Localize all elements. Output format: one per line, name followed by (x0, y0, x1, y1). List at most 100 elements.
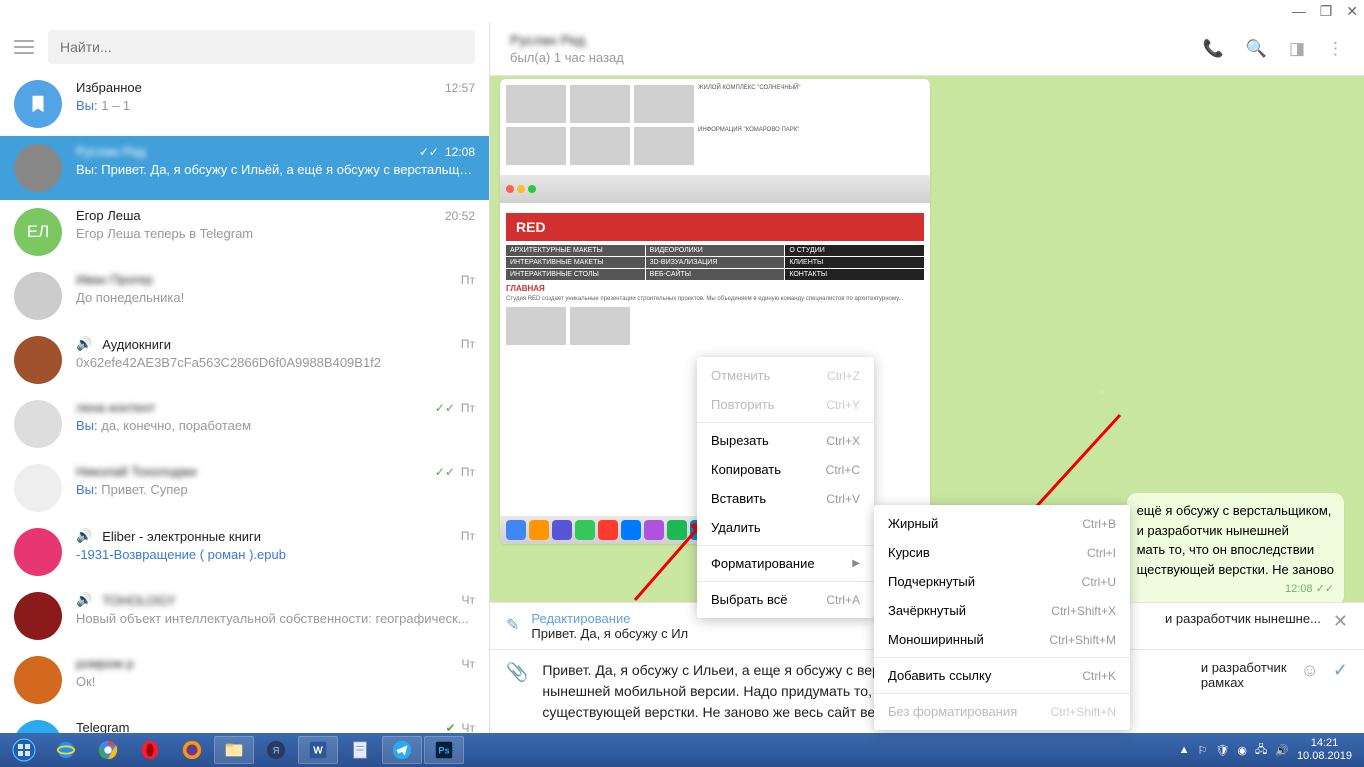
menu-item[interactable]: КурсивCtrl+I (874, 538, 1130, 567)
menu-item[interactable]: ЗачёркнутыйCtrl+Shift+X (874, 596, 1130, 625)
chat-name: Избранное (76, 80, 439, 95)
chat-name: Eliber - электронные книги (102, 529, 455, 544)
chat-item[interactable]: Руслан Ред✓✓12:08 Вы: Привет. Да, я обсу… (0, 136, 489, 200)
chat-name: Telegram (76, 720, 439, 733)
tray-arrow-icon[interactable]: ▲ (1179, 744, 1190, 756)
chat-preview: Ок! (76, 674, 475, 689)
taskbar-photoshop[interactable]: Ps (424, 736, 464, 764)
chat-name: Егор Леша (76, 208, 439, 223)
chat-item[interactable]: лена контент✓✓Пт Вы: да, конечно, порабо… (0, 392, 489, 456)
menu-item: ПовторитьCtrl+Y (697, 390, 874, 419)
chat-name: Аудиокниги (102, 337, 455, 352)
chat-preview: Вы: 1 – 1 (76, 98, 475, 113)
attach-icon[interactable]: 📎 (506, 662, 528, 683)
chat-time: Пт (461, 401, 475, 415)
taskbar-notepad[interactable] (340, 736, 380, 764)
chat-time: Чт (462, 721, 476, 734)
menu-button[interactable] (14, 40, 34, 54)
start-button[interactable] (4, 736, 44, 764)
chat-name: ромром р (76, 656, 456, 671)
menu-item[interactable]: ЖирныйCtrl+B (874, 509, 1130, 538)
avatar: ЕЛ (14, 208, 62, 256)
menu-item[interactable]: МоноширинныйCtrl+Shift+M (874, 625, 1130, 654)
tray-sync-icon[interactable]: ◉ (1237, 744, 1247, 757)
chat-item[interactable]: Избранное12:57 Вы: 1 – 1 (0, 72, 489, 136)
search-input[interactable] (48, 30, 475, 64)
taskbar-chrome[interactable] (88, 736, 128, 764)
chat-item[interactable]: ромром р Чт Ок! (0, 648, 489, 712)
taskbar-explorer[interactable] (214, 736, 254, 764)
tray-network-icon[interactable]: 🖧 (1255, 741, 1267, 760)
page-heading: ГЛАВНАЯ (506, 284, 924, 293)
chat-item[interactable]: 🔊TOHOLOGYЧт Новый объект интеллектуально… (0, 584, 489, 648)
menu-item[interactable]: Удалить (697, 513, 874, 542)
chat-time: Пт (461, 529, 475, 543)
avatar (14, 528, 62, 576)
menu-item[interactable]: КопироватьCtrl+C (697, 455, 874, 484)
window-minimize[interactable]: — (1292, 3, 1306, 19)
edit-icon: ✎ (506, 615, 519, 635)
svg-text:Ps: Ps (438, 746, 449, 756)
chat-preview: 0x62efe42AE3B7cFa563C2866D6f0A9988B409B1… (76, 355, 475, 370)
chat-time: Чт (462, 657, 476, 671)
taskbar-firefox[interactable] (172, 736, 212, 764)
window-maximize[interactable]: ❐ (1320, 3, 1333, 20)
chat-name: Иван Прогер (76, 272, 455, 287)
chat-title[interactable]: Руслан Ред (510, 32, 624, 48)
chat-time: Пт (461, 337, 475, 351)
more-icon[interactable]: ⋮ (1327, 39, 1344, 59)
emoji-icon[interactable]: ☺ (1301, 660, 1319, 681)
menu-item[interactable]: ПодчеркнутыйCtrl+U (874, 567, 1130, 596)
taskbar-telegram[interactable] (382, 736, 422, 764)
avatar (14, 80, 62, 128)
chat-item[interactable]: ЕЛ Егор Леша20:52 Егор Леша теперь в Tel… (0, 200, 489, 264)
taskbar-punto[interactable]: Я (256, 736, 296, 764)
menu-item[interactable]: Форматирование▶ (697, 549, 874, 578)
menu-item: Без форматированияCtrl+Shift+N (874, 697, 1130, 726)
avatar (14, 592, 62, 640)
chat-preview: -1931-Возвращение ( роман ).epub (76, 547, 475, 562)
chat-name: лена контент (76, 400, 429, 415)
tray-shield-icon[interactable]: 🛡 (1215, 744, 1229, 757)
chat-preview: Вы: да, конечно, поработаем (76, 418, 475, 433)
menu-item[interactable]: ВырезатьCtrl+X (697, 426, 874, 455)
edit-preview: Привет. Да, я обсужу с Ил (531, 626, 920, 641)
avatar (14, 144, 62, 192)
context-menu[interactable]: ОтменитьCtrl+ZПовторитьCtrl+YВырезатьCtr… (697, 357, 874, 618)
call-icon[interactable]: 📞 (1203, 39, 1224, 59)
tray-action-center[interactable]: ⚐ (1198, 744, 1208, 757)
chat-name: TOHOLOGY (102, 593, 455, 608)
chat-item[interactable]: 🔊Eliber - электронные книгиПт -1931-Возв… (0, 520, 489, 584)
menu-item[interactable]: Добавить ссылкуCtrl+K (874, 661, 1130, 690)
chat-item[interactable]: Telegram✔Чт (0, 712, 489, 733)
menu-item[interactable]: Выбрать всёCtrl+A (697, 585, 874, 614)
edit-close[interactable]: ✕ (1333, 611, 1348, 632)
chat-time: 12:08 (445, 145, 475, 159)
tray-volume-icon[interactable]: 🔊 (1275, 744, 1289, 757)
avatar (14, 400, 62, 448)
chat-preview: Новый объект интеллектуальной собственно… (76, 611, 475, 626)
chat-item[interactable]: Николай Тохолоджи✓✓Пт Вы: Привет. Супер (0, 456, 489, 520)
send-button[interactable]: ✓ (1333, 660, 1348, 681)
taskbar-opera[interactable] (130, 736, 170, 764)
chat-time: Пт (461, 465, 475, 479)
taskbar-ie[interactable] (46, 736, 86, 764)
avatar (14, 272, 62, 320)
chat-preview: Вы: Привет. Супер (76, 482, 475, 497)
chat-item[interactable]: 🔊АудиокнигиПт 0x62efe42AE3B7cFa563C2866D… (0, 328, 489, 392)
window-close[interactable]: ✕ (1346, 3, 1358, 20)
chat-item[interactable]: Иван ПрогерПт До понедельника! (0, 264, 489, 328)
search-chat-icon[interactable]: 🔍 (1246, 39, 1267, 59)
taskbar-word[interactable]: W (298, 736, 338, 764)
tray-clock[interactable]: 14:21 10.08.2019 (1297, 737, 1352, 763)
sidepanel-icon[interactable]: ◨ (1289, 39, 1305, 59)
svg-text:W: W (313, 746, 323, 757)
chat-preview: Вы: Привет. Да, я обсужу с Ильёй, а ещё … (76, 162, 475, 177)
chat-status: был(а) 1 час назад (510, 50, 624, 65)
message-bubble[interactable]: ещё я обсужу с верстальщиком, и разработ… (1127, 493, 1344, 602)
message-time: 12:08 (1285, 583, 1313, 595)
avatar (14, 720, 62, 733)
avatar (14, 464, 62, 512)
format-submenu[interactable]: ЖирныйCtrl+BКурсивCtrl+IПодчеркнутыйCtrl… (874, 505, 1130, 730)
menu-item[interactable]: ВставитьCtrl+V (697, 484, 874, 513)
